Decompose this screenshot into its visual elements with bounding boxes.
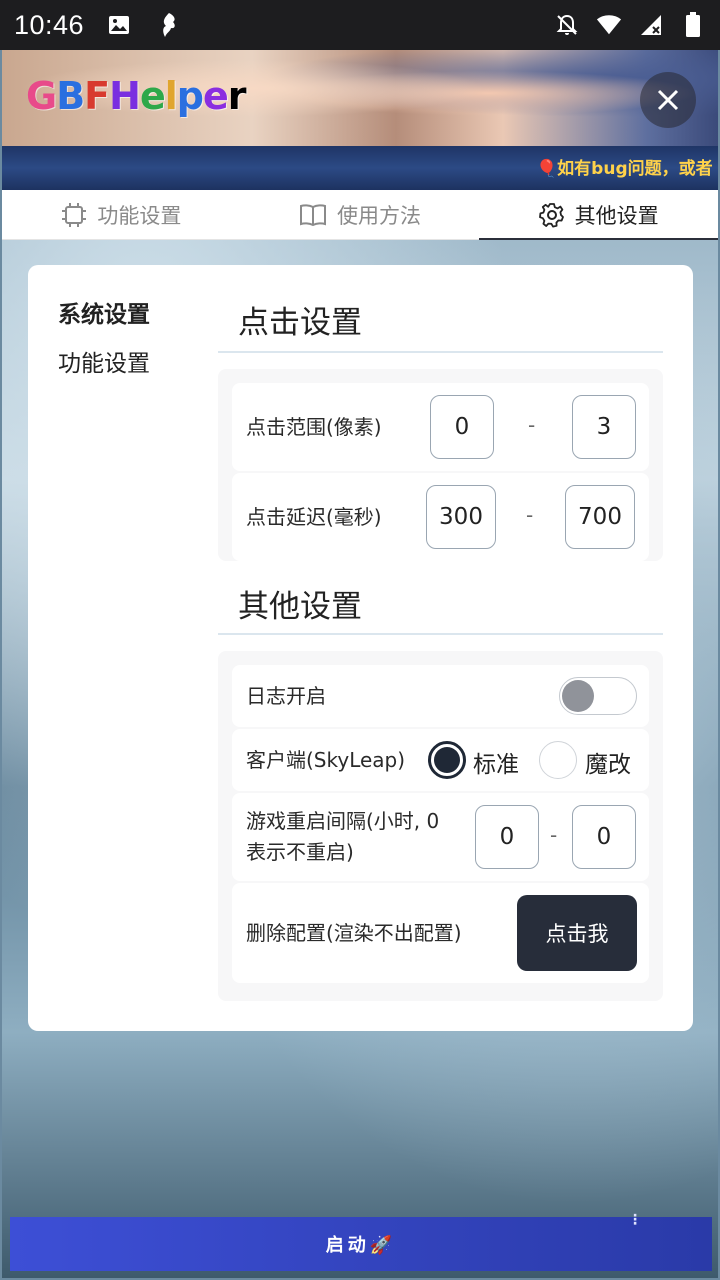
click-settings-title: 点击设置	[238, 305, 362, 341]
tab-feature-settings[interactable]: 功能设置	[2, 190, 241, 239]
settings-card: 系统设置 功能设置 点击设置 点击范围(像素) 0 - 3 点击延迟(毫秒) 3…	[28, 265, 693, 1031]
book-icon	[300, 203, 326, 226]
close-button[interactable]	[640, 72, 696, 128]
click-delay-max-input[interactable]: 700	[565, 485, 635, 549]
side-nav-feature-settings[interactable]: 功能设置	[58, 344, 150, 393]
log-label: 日志开启	[246, 683, 326, 708]
client-standard-label: 标准	[473, 752, 519, 778]
chip-icon	[62, 202, 87, 227]
click-delay-row: 点击延迟(毫秒) 300 - 700	[232, 473, 649, 561]
side-nav-system-settings[interactable]: 系统设置	[58, 295, 150, 344]
delete-config-row: 删除配置(渲染不出配置) 点击我	[232, 883, 649, 983]
header-banner: GBFHelper	[2, 50, 718, 146]
drag-handle-icon[interactable]: ⋮	[628, 1213, 646, 1227]
wifi-icon	[596, 12, 622, 38]
start-button[interactable]: 启动🚀 ⋮	[10, 1213, 712, 1271]
client-modified-radio[interactable]	[539, 741, 577, 779]
gear-icon	[538, 202, 564, 227]
tab-label: 其他设置	[574, 203, 659, 228]
announcement-marquee: 🎈如有bug问题，或者	[2, 146, 718, 190]
app-notification-icon	[156, 12, 182, 38]
restart-max-input[interactable]: 0	[572, 805, 636, 869]
other-settings-group: 日志开启 客户端(SkyLeap) 标准 魔改 游戏重启间隔(小时, 0 表示不…	[218, 651, 663, 1001]
range-separator: -	[526, 503, 534, 527]
restart-row: 游戏重启间隔(小时, 0 表示不重启) 0 - 0	[232, 793, 649, 881]
restart-label: 游戏重启间隔(小时, 0 表示不重启)	[246, 809, 440, 864]
tab-usage[interactable]: 使用方法	[241, 190, 480, 239]
signal-icon	[638, 12, 664, 38]
toggle-knob	[562, 680, 594, 712]
tab-bar: 功能设置 使用方法 其他设置	[2, 190, 718, 240]
tab-label: 使用方法	[337, 203, 421, 228]
settings-side-nav: 系统设置 功能设置	[58, 295, 150, 393]
tab-label: 功能设置	[97, 203, 182, 228]
click-settings-group: 点击范围(像素) 0 - 3 点击延迟(毫秒) 300 - 700	[218, 369, 663, 561]
status-time: 10:46	[14, 9, 85, 40]
app-logo: GBFHelper	[26, 74, 246, 118]
image-notification-icon	[106, 12, 132, 38]
section-divider	[218, 633, 663, 635]
delete-config-label: 删除配置(渲染不出配置)	[246, 920, 462, 945]
start-button-label: 启动🚀	[325, 1235, 397, 1256]
app-window: GBFHelper 🎈如有bug问题，或者 功能设置 使用方法 其他设置 系统设…	[2, 50, 718, 1278]
announcement-text: 🎈如有bug问题，或者	[536, 159, 713, 179]
click-range-min-input[interactable]: 0	[430, 395, 494, 459]
status-bar: 10:46	[0, 0, 720, 50]
click-range-max-input[interactable]: 3	[572, 395, 636, 459]
click-delay-label: 点击延迟(毫秒)	[246, 504, 382, 529]
range-separator: -	[528, 413, 536, 437]
other-settings-title: 其他设置	[238, 589, 362, 625]
tab-other-settings[interactable]: 其他设置	[479, 190, 718, 240]
range-separator: -	[550, 823, 558, 847]
log-row: 日志开启	[232, 665, 649, 727]
close-icon	[657, 89, 679, 111]
client-standard-radio[interactable]	[428, 741, 466, 779]
click-range-row: 点击范围(像素) 0 - 3	[232, 383, 649, 471]
click-delay-min-input[interactable]: 300	[426, 485, 496, 549]
client-modified-label: 魔改	[585, 752, 631, 778]
client-row: 客户端(SkyLeap) 标准 魔改	[232, 729, 649, 791]
notifications-off-icon	[554, 12, 580, 38]
restart-min-input[interactable]: 0	[475, 805, 539, 869]
section-divider	[218, 351, 663, 353]
log-toggle[interactable]	[559, 677, 637, 715]
battery-icon	[680, 12, 706, 38]
delete-config-button[interactable]: 点击我	[517, 895, 637, 971]
client-label: 客户端(SkyLeap)	[246, 747, 406, 772]
click-range-label: 点击范围(像素)	[246, 414, 382, 439]
